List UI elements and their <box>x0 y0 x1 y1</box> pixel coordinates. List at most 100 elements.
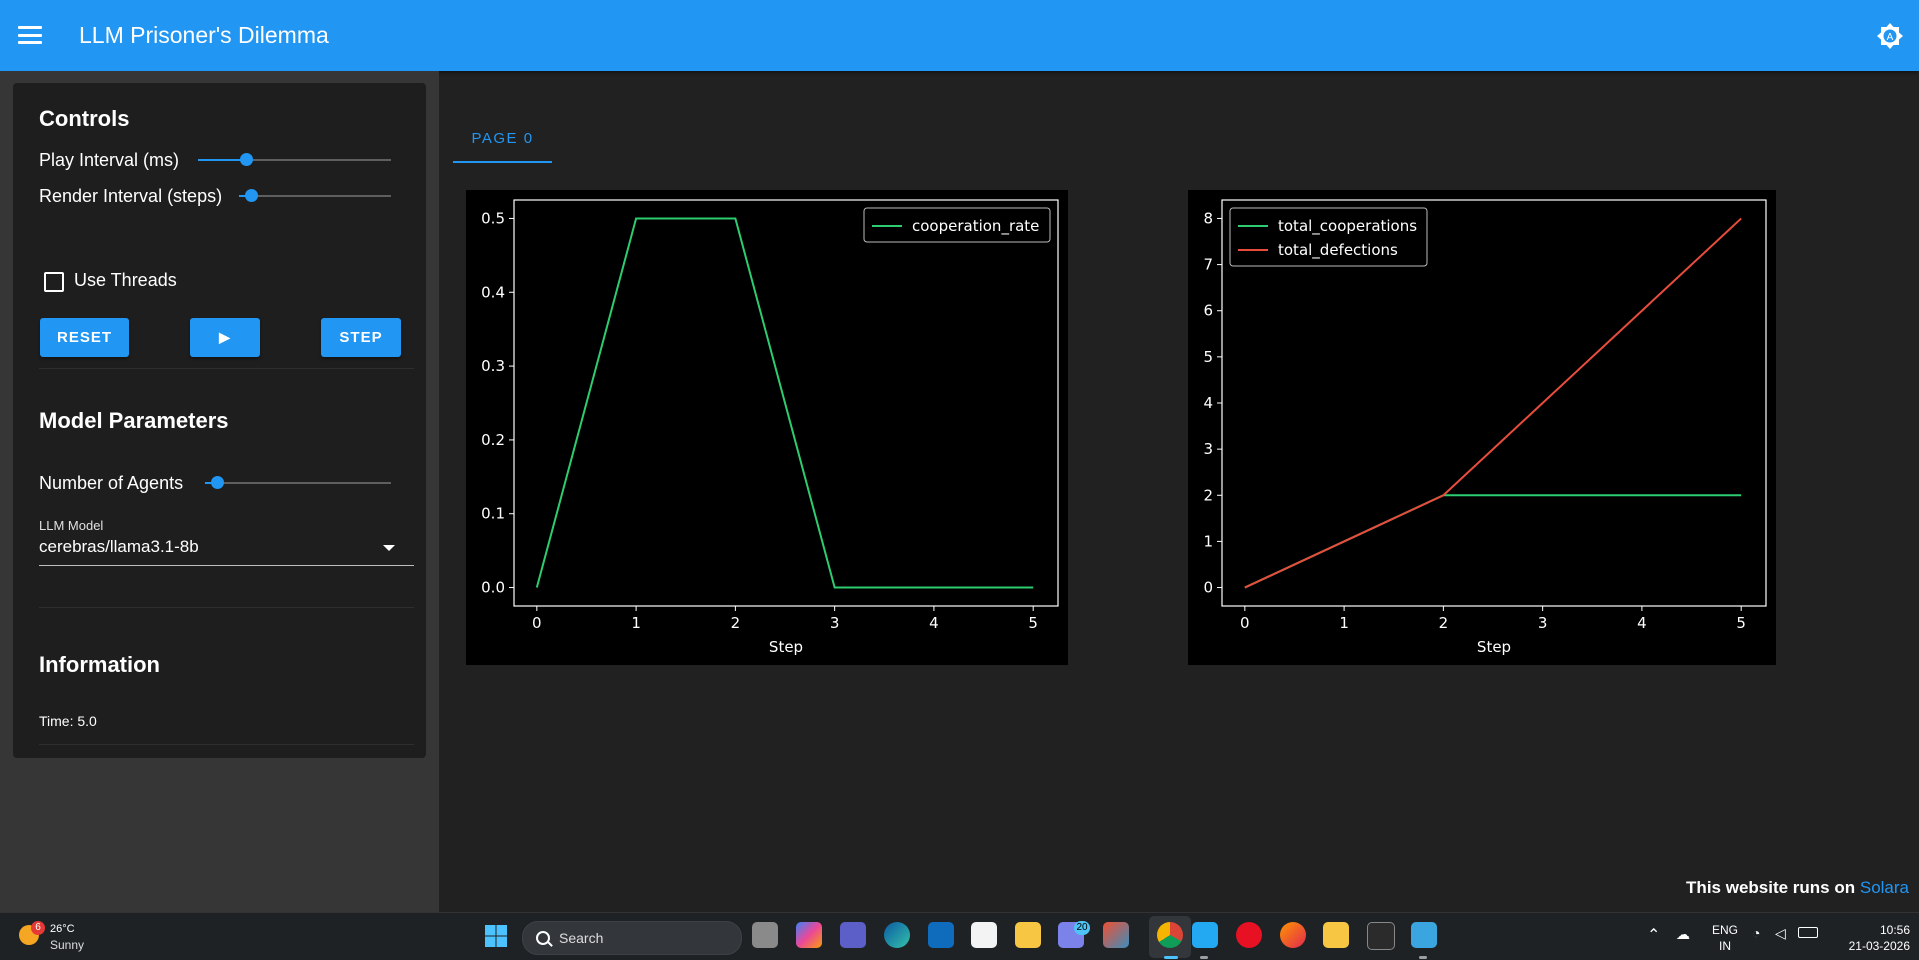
taskbar-search[interactable]: Search <box>522 921 742 955</box>
time-text: Time: 5.0 <box>39 713 97 729</box>
x-tick-label: 4 <box>929 614 939 632</box>
clock-time[interactable]: 10:56 <box>1830 923 1910 937</box>
x-tick-label: 3 <box>1538 614 1548 632</box>
y-tick-label: 7 <box>1203 256 1213 274</box>
weather-condition[interactable]: Sunny <box>50 938 84 952</box>
y-tick-label: 3 <box>1203 440 1213 458</box>
x-axis-label: Step <box>769 638 803 656</box>
play-button[interactable]: ▶ <box>190 318 260 357</box>
onedrive-icon[interactable]: ☁ <box>1676 926 1690 943</box>
footer-text: This website runs on <box>1686 878 1860 897</box>
x-axis-label: Step <box>1477 638 1511 656</box>
wifi-icon[interactable]: ◔ <box>1752 925 1760 941</box>
x-tick-label: 3 <box>830 614 840 632</box>
task-view-icon[interactable] <box>752 922 778 948</box>
brightness-auto-icon[interactable]: A <box>1877 23 1903 49</box>
step-button[interactable]: STEP <box>321 318 401 357</box>
file-explorer-icon[interactable] <box>1015 922 1041 948</box>
legend-label-total_cooperations: total_cooperations <box>1278 217 1417 236</box>
play-interval-slider-thumb[interactable] <box>240 153 254 166</box>
hamburger-menu-icon[interactable] <box>18 26 42 44</box>
sidebar-panel: Controls Play Interval (ms) Render Inter… <box>13 83 426 758</box>
totals-chart-svg: 0 1 2 3 4 5 0 1 2 3 4 5 6 7 8 Step total_cooperationstot… <box>1203 199 1767 656</box>
x-tick-label: 0 <box>1240 614 1250 632</box>
llm-model-label: LLM Model <box>39 518 104 533</box>
volume-icon[interactable]: ◁ <box>1775 925 1786 942</box>
terminal-icon[interactable] <box>1367 922 1395 950</box>
cooperation-rate-chart-svg: 0 1 2 3 4 5 0.0 0.1 0.2 0.3 0.4 0.5 Step cooperation_… <box>481 199 1059 656</box>
notepad-icon[interactable] <box>1411 922 1437 948</box>
chart-totals: 0 1 2 3 4 5 0 1 2 3 4 5 6 7 8 Step total_cooperations tot… <box>1188 190 1776 665</box>
y-tick-label: 6 <box>1203 302 1213 320</box>
x-tick-label: 5 <box>1028 614 1038 632</box>
x-tick-label: 2 <box>1439 614 1449 632</box>
firefox-icon[interactable] <box>1280 922 1306 948</box>
windows-start-icon[interactable] <box>485 925 507 947</box>
chart-cooperation-rate: 0 1 2 3 4 5 0.0 0.1 0.2 0.3 0.4 0.5 Step cooperation_… <box>466 190 1068 665</box>
footer: This website runs on Solara <box>1686 878 1909 898</box>
tab-indicator <box>453 161 552 163</box>
use-threads-checkbox[interactable] <box>44 272 64 292</box>
controls-title: Controls <box>39 106 130 131</box>
section-divider <box>39 607 414 608</box>
taskbar-search-placeholder: Search <box>559 930 604 946</box>
taskbar: 6 26°C Sunny Search 20 ⌃ ☁ ENG IN ◔ ◁ 10… <box>0 912 1919 960</box>
store-icon[interactable] <box>971 922 997 948</box>
vscode-icon[interactable] <box>1192 922 1218 948</box>
information-title: Information <box>39 652 160 677</box>
opera-icon[interactable] <box>1236 922 1262 948</box>
y-tick-label: 0.0 <box>481 579 505 597</box>
solara-link[interactable]: Solara <box>1860 878 1909 897</box>
x-tick-label: 0 <box>532 614 542 632</box>
legend-label-cooperation_rate: cooperation_rate <box>912 217 1039 236</box>
chrome-icon[interactable] <box>1157 922 1183 948</box>
number-of-agents-label: Number of Agents <box>39 473 184 493</box>
outlook-icon[interactable] <box>928 922 954 948</box>
chevron-up-icon[interactable]: ⌃ <box>1647 925 1660 945</box>
section-divider <box>39 744 414 745</box>
y-tick-label: 0.3 <box>481 357 505 375</box>
app-bar: LLM Prisoner's Dilemma A <box>0 0 1919 71</box>
app-title: LLM Prisoner's Dilemma <box>79 22 329 48</box>
y-tick-label: 5 <box>1203 348 1213 366</box>
y-tick-label: 0.2 <box>481 431 505 449</box>
sidebar: Controls Play Interval (ms) Render Inter… <box>0 71 439 912</box>
teams-icon[interactable] <box>840 922 866 948</box>
render-interval-label: Render Interval (steps) <box>39 186 223 206</box>
battery-icon[interactable] <box>1798 927 1818 938</box>
svg-text:A: A <box>1887 32 1894 43</box>
section-divider <box>39 368 414 369</box>
clock-date[interactable]: 21-03-2026 <box>1830 939 1910 953</box>
y-tick-label: 0 <box>1203 579 1213 597</box>
tab-label: PAGE 0 <box>471 130 534 147</box>
play-interval-label: Play Interval (ms) <box>39 150 180 170</box>
language-indicator[interactable]: ENG <box>1710 923 1740 937</box>
copilot-icon[interactable] <box>796 922 822 948</box>
number-of-agents-slider-thumb[interactable] <box>211 476 224 489</box>
dropdown-arrow-icon[interactable] <box>383 545 395 551</box>
x-tick-label: 4 <box>1637 614 1647 632</box>
y-tick-label: 2 <box>1203 486 1213 504</box>
mail-badge: 20 <box>1074 921 1090 935</box>
weather-badge: 6 <box>31 921 45 935</box>
reset-button[interactable]: RESET <box>40 318 129 357</box>
python-folder-icon[interactable] <box>1323 922 1349 948</box>
y-tick-label: 8 <box>1203 209 1213 227</box>
render-interval-slider-thumb[interactable] <box>245 189 258 202</box>
x-tick-label: 1 <box>1339 614 1349 632</box>
region-indicator[interactable]: IN <box>1710 939 1740 953</box>
y-tick-label: 0.1 <box>481 505 505 523</box>
llm-model-select[interactable]: cerebras/llama3.1-8b <box>39 537 199 557</box>
y-tick-label: 0.5 <box>481 209 505 227</box>
edge-icon[interactable] <box>884 922 910 948</box>
search-icon <box>536 931 550 945</box>
x-tick-label: 1 <box>631 614 641 632</box>
tab-page-0[interactable]: PAGE 0 <box>453 104 552 164</box>
weather-temperature[interactable]: 26°C <box>50 923 75 935</box>
select-underline <box>39 565 414 566</box>
git-icon[interactable] <box>1103 922 1129 948</box>
x-tick-label: 5 <box>1736 614 1746 632</box>
model-parameters-title: Model Parameters <box>39 408 229 433</box>
y-tick-label: 4 <box>1203 394 1213 412</box>
use-threads-label[interactable]: Use Threads <box>74 270 177 291</box>
